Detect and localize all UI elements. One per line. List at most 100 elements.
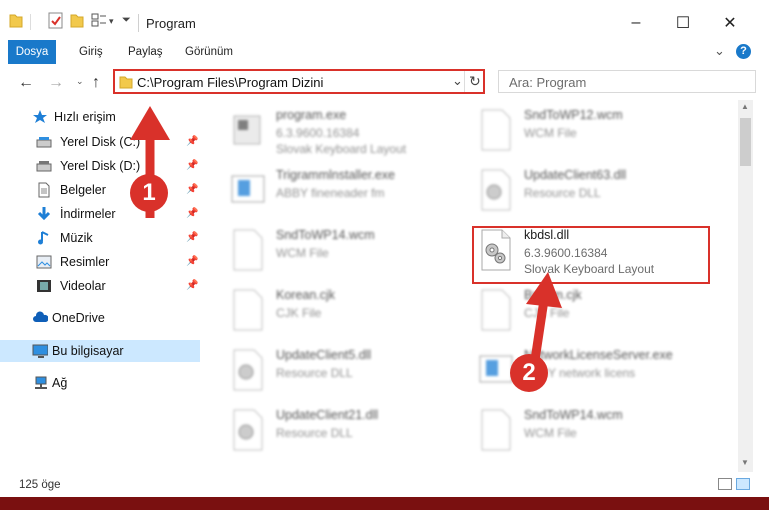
- back-arrow-icon[interactable]: ←: [18, 74, 34, 92]
- file-icon: [481, 109, 511, 151]
- properties-icon[interactable]: [48, 12, 64, 30]
- folder-icon: [119, 76, 133, 89]
- file-name: SndToWP14.wcm: [524, 408, 623, 422]
- sidebar-item-videos[interactable]: Videolar 📌: [0, 275, 200, 297]
- pin-icon[interactable]: 📌: [186, 208, 198, 219]
- installer-icon: [479, 355, 513, 383]
- list-item[interactable]: UpdateClient63.dll Resource DLL: [478, 164, 698, 220]
- pin-icon[interactable]: 📌: [186, 184, 198, 195]
- close-button[interactable]: ✕: [707, 8, 753, 38]
- forward-arrow-icon[interactable]: →: [48, 74, 64, 92]
- dll-gear-icon: [481, 169, 511, 211]
- sidebar-item-music[interactable]: Müzik 📌: [0, 227, 200, 249]
- file-name: Korean.cjk: [276, 288, 336, 302]
- step-marker-1: 1: [130, 174, 168, 212]
- file-name: UpdateClient21.dll: [276, 408, 379, 422]
- dll-gear-icon: [233, 349, 263, 391]
- list-item[interactable]: SndToWP14.wcm WCM File: [478, 404, 698, 460]
- qa-separator: [30, 14, 31, 30]
- list-item[interactable]: SndToWP12.wcm WCM File: [478, 104, 698, 160]
- address-dropdown-icon[interactable]: ⌄: [452, 73, 463, 89]
- pin-icon[interactable]: 📌: [186, 280, 198, 291]
- sidebar-item-onedrive[interactable]: OneDrive: [0, 307, 200, 329]
- scroll-thumb[interactable]: [740, 118, 751, 166]
- pin-icon[interactable]: 📌: [186, 256, 198, 267]
- sidebar-item-label: Resimler: [60, 255, 110, 269]
- explorer-window: ▾ ⏷ Program – ☐ ✕ Dosya Giriş Paylaş Gör…: [0, 0, 769, 497]
- file-detail: WCM File: [524, 426, 577, 440]
- file-icon: [233, 289, 263, 331]
- file-detail: CJK File: [276, 306, 322, 320]
- chevron-down-icon[interactable]: ⌄: [714, 43, 725, 59]
- video-icon: [37, 280, 51, 292]
- step-marker-2: 2: [510, 354, 548, 392]
- computer-icon: [32, 344, 48, 358]
- cloud-icon: [33, 311, 48, 322]
- list-item[interactable]: SndToWP14.wcm WCM File: [230, 224, 450, 280]
- sidebar-item-label: Ağ: [52, 376, 68, 390]
- scroll-up-icon[interactable]: ▲: [741, 102, 749, 111]
- sidebar-item-label: Bu bilgisayar: [52, 344, 124, 358]
- file-detail: Resource DLL: [276, 426, 353, 440]
- customize-qa-icon[interactable]: ⏷: [122, 14, 131, 27]
- ribbon: Dosya Giriş Paylaş Görünüm ⌄ ?: [0, 40, 769, 96]
- download-icon: [37, 207, 51, 221]
- document-icon: [38, 182, 50, 198]
- sidebar-item-this-pc[interactable]: Bu bilgisayar: [0, 340, 200, 362]
- file-detail: 6.3.9600.16384: [276, 126, 360, 140]
- sidebar-item-label: Hızlı erişim: [54, 110, 116, 124]
- address-path[interactable]: C:\Program Files\Program Dizini: [137, 75, 323, 90]
- search-placeholder: Ara: Program: [509, 75, 587, 90]
- vertical-scrollbar[interactable]: ▲ ▼: [738, 100, 753, 472]
- network-icon: [35, 376, 47, 389]
- file-icon: [481, 409, 511, 451]
- music-icon: [38, 231, 49, 245]
- file-detail: ABBY fineneader fm: [276, 186, 385, 200]
- refresh-icon[interactable]: ↻: [469, 73, 481, 90]
- pin-icon[interactable]: 📌: [186, 136, 198, 147]
- folder-icon[interactable]: [9, 12, 23, 30]
- help-icon[interactable]: ?: [736, 44, 751, 59]
- file-name: UpdateClient63.dll: [524, 168, 627, 182]
- list-item[interactable]: Trigrammlnstaller.exe ABBY fineneader fm: [230, 164, 450, 220]
- sidebar-item-label: OneDrive: [52, 311, 105, 325]
- qa-dropdown-icon[interactable]: ▾: [109, 16, 114, 27]
- scroll-down-icon[interactable]: ▼: [741, 458, 749, 467]
- file-name: UpdateClient5.dll: [276, 348, 372, 362]
- recent-dropdown-icon[interactable]: ⌄: [76, 76, 84, 87]
- sidebar-item-pictures[interactable]: Resimler 📌: [0, 251, 200, 273]
- list-item[interactable]: program.exe 6.3.9600.16384 Slovak Keyboa…: [230, 104, 450, 160]
- sidebar-item-label: İndirmeler: [60, 207, 116, 221]
- large-icons-view-icon[interactable]: [736, 478, 750, 490]
- sidebar-item-label: Belgeler: [60, 183, 106, 197]
- title-separator: [138, 14, 139, 32]
- list-item[interactable]: UpdateClient5.dll Resource DLL: [230, 344, 450, 400]
- dll-gear-icon: [233, 409, 263, 451]
- file-name: Trigrammlnstaller.exe: [276, 168, 396, 182]
- maximize-button[interactable]: ☐: [660, 8, 706, 38]
- address-separator: [464, 71, 465, 92]
- tab-home[interactable]: Giriş: [77, 40, 105, 64]
- sidebar-item-network[interactable]: Ağ: [0, 372, 200, 394]
- exe-file-icon: [233, 115, 261, 145]
- sidebar-item-label: Müzik: [60, 231, 93, 245]
- view-icon[interactable]: [91, 12, 107, 30]
- tab-share[interactable]: Paylaş: [126, 40, 165, 64]
- address-bar[interactable]: C:\Program Files\Program Dizini ⌄ ↻: [113, 69, 485, 94]
- file-name: program.exe: [276, 108, 347, 122]
- search-input[interactable]: Ara: Program: [498, 70, 756, 93]
- list-item[interactable]: UpdateClient21.dll Resource DLL: [230, 404, 450, 460]
- file-detail: Slovak Keyboard Layout: [276, 142, 407, 156]
- tab-view[interactable]: Görünüm: [183, 40, 235, 64]
- pin-icon[interactable]: 📌: [186, 232, 198, 243]
- star-icon: [33, 110, 47, 123]
- list-item[interactable]: Korean.cjk CJK File: [230, 284, 450, 340]
- drive-icon: [36, 161, 52, 172]
- file-list: program.exe 6.3.9600.16384 Slovak Keyboa…: [210, 100, 738, 472]
- up-arrow-icon[interactable]: ↑: [92, 74, 100, 92]
- file-name: SndToWP14.wcm: [276, 228, 375, 242]
- details-view-icon[interactable]: [718, 478, 732, 490]
- minimize-button[interactable]: –: [613, 8, 659, 38]
- new-folder-icon[interactable]: [70, 12, 84, 30]
- pin-icon[interactable]: 📌: [186, 160, 198, 171]
